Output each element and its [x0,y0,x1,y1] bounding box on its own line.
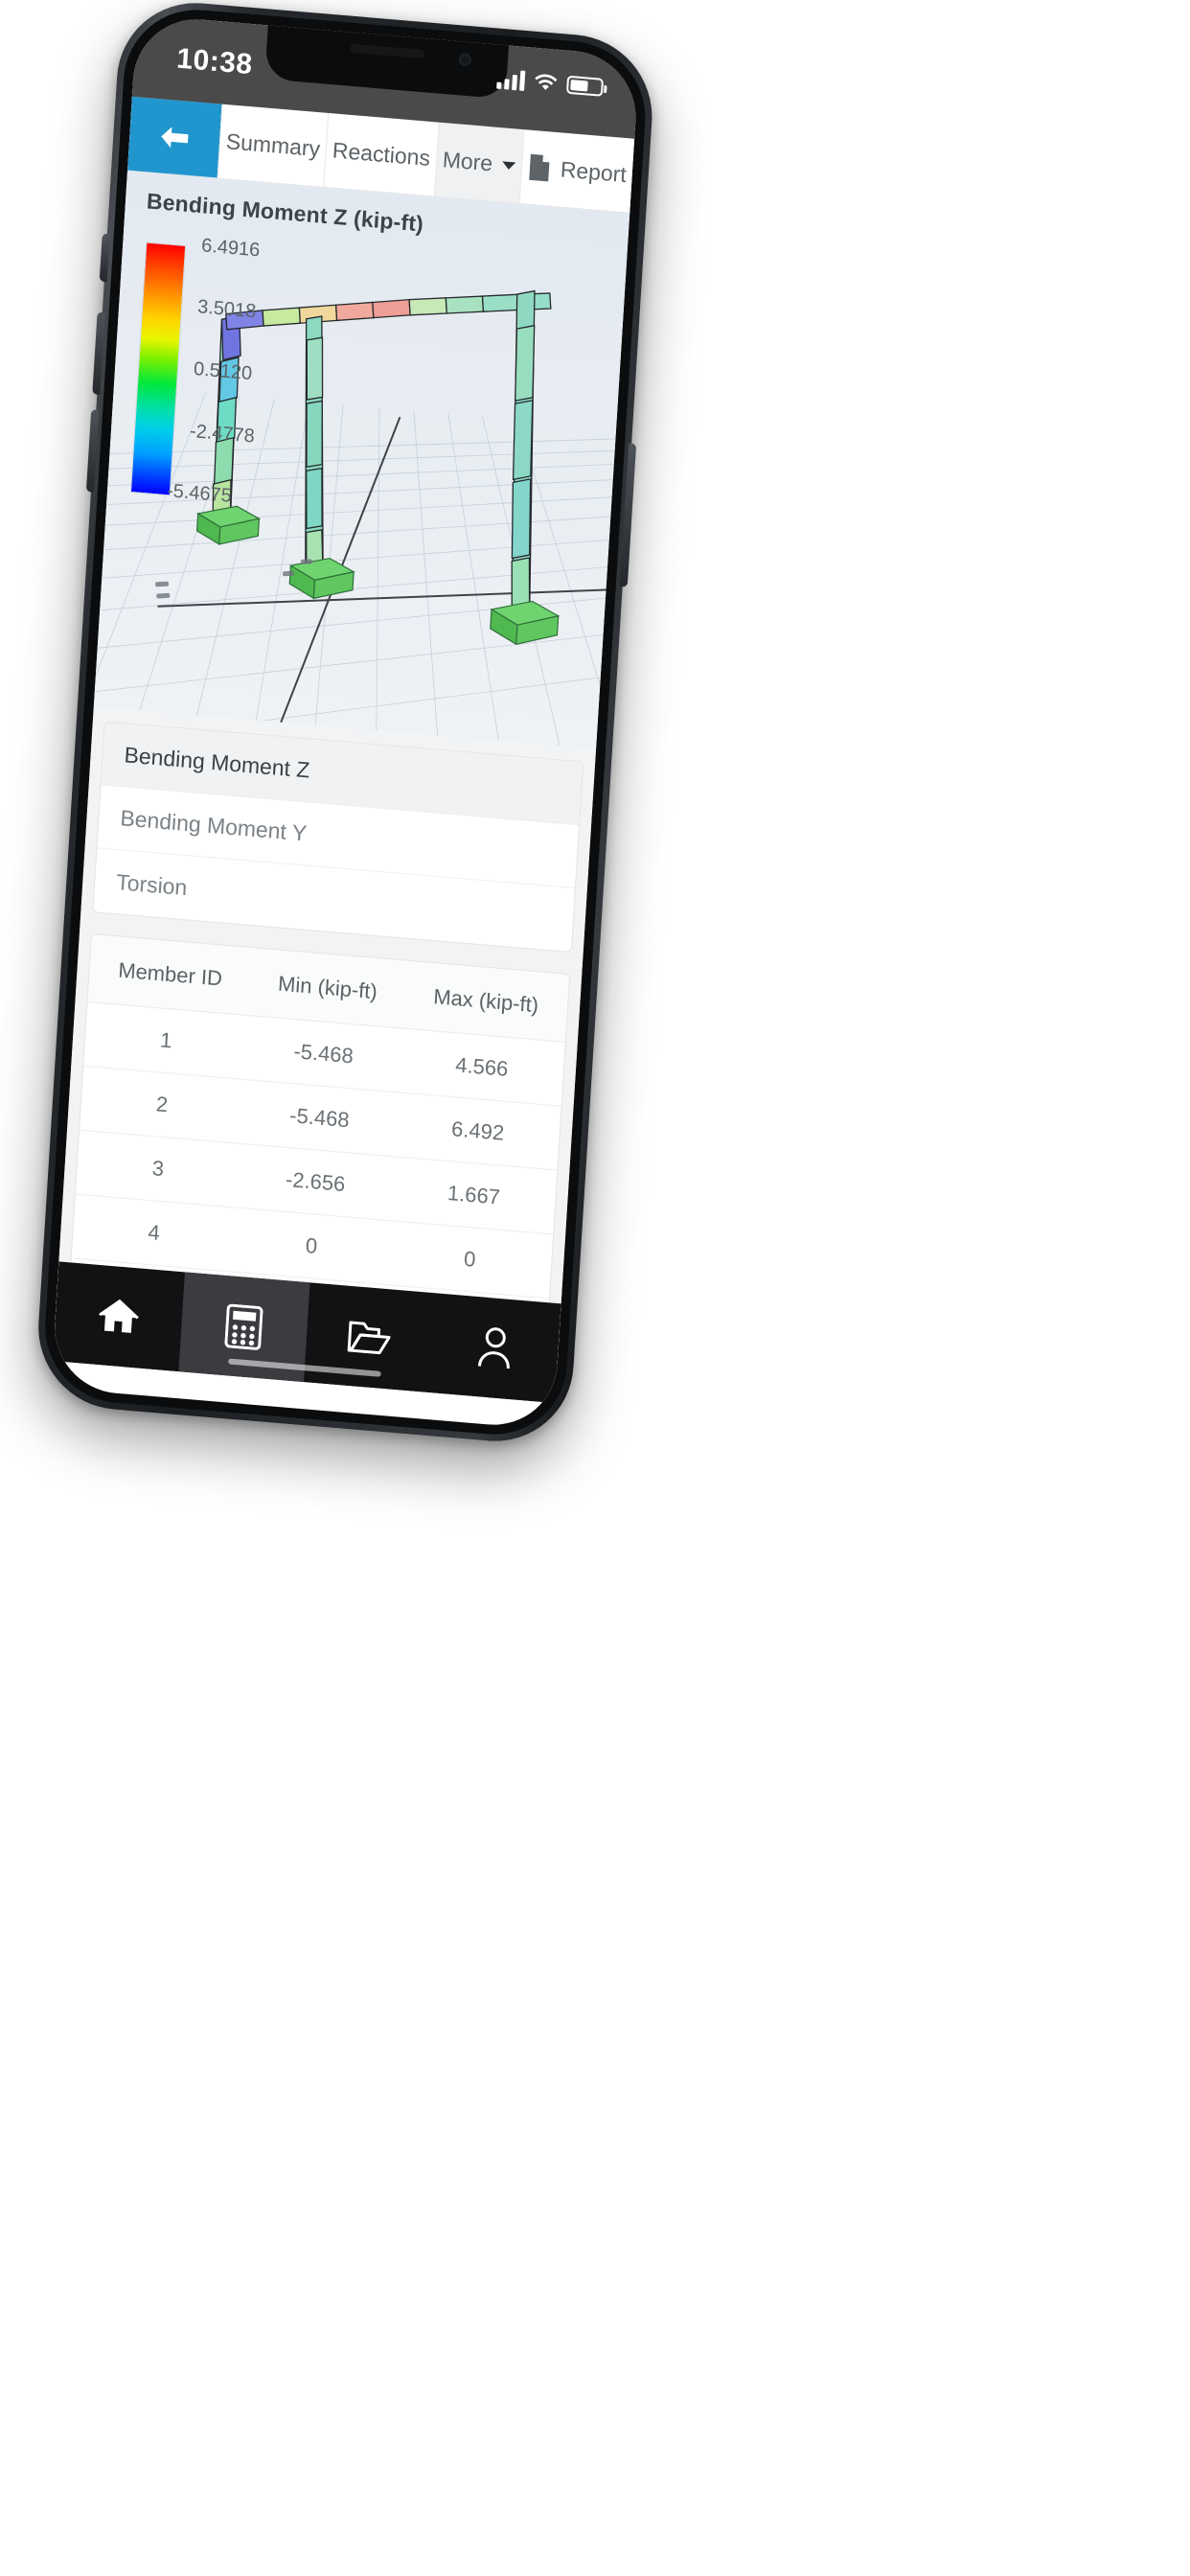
tab-report-label: Report [560,156,628,188]
result-option-label: Bending Moment Z [123,742,311,783]
nav-item-account[interactable] [429,1293,561,1403]
phone-device: 10:38 Summary Reactions More Report Bend… [32,0,657,1476]
phone-screen: 10:38 Summary Reactions More Report Bend… [51,13,640,1431]
screenshot-scene: 10:38 Summary Reactions More Report Bend… [0,0,1190,2576]
chevron-down-icon [501,160,516,170]
status-indicators [496,68,605,98]
front-camera-icon [458,53,472,67]
document-icon [529,153,550,182]
model-viewport[interactable]: Bending Moment Z (kip-ft) 6.4916 3.5018 … [93,171,630,749]
tab-reactions[interactable]: Reactions [323,112,439,196]
status-time: 10:38 [175,42,254,81]
result-option-label: Bending Moment Y [119,805,308,846]
calculator-icon [224,1303,263,1350]
back-arrow-icon [161,126,189,148]
tab-more-label: More [442,147,494,176]
tab-more[interactable]: More [433,122,524,203]
results-panel: Bending Moment Z Bending Moment Y Torsio… [52,706,597,1404]
home-icon [98,1299,139,1333]
back-button[interactable] [127,96,222,178]
open-folder-icon [347,1321,391,1355]
nav-item-home[interactable] [53,1261,185,1371]
column-header-min[interactable]: Min (kip-ft) [248,948,407,1029]
earpiece-speaker [350,43,425,59]
battery-icon [565,75,605,97]
tab-summary[interactable]: Summary [217,104,329,187]
tab-summary-label: Summary [225,128,321,162]
tab-report[interactable]: Report [518,129,635,213]
wifi-icon [535,74,558,90]
user-account-icon [478,1327,511,1369]
result-option-label: Torsion [115,868,189,900]
cellular-signal-icon [496,68,526,91]
tab-reactions-label: Reactions [332,137,431,171]
result-type-card: Bending Moment Z Bending Moment Y Torsio… [92,721,584,954]
